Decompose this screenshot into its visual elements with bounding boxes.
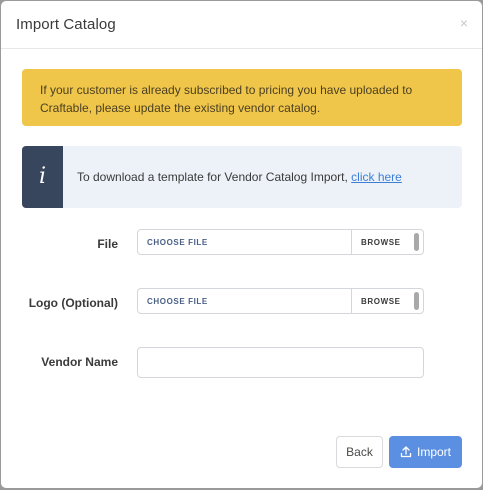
info-callout: i To download a template for Vendor Cata… (22, 146, 462, 208)
file-placeholder[interactable]: CHOOSE FILE (138, 238, 351, 247)
warning-text: If your customer is already subscribed t… (40, 83, 413, 115)
file-browse-button[interactable]: BROWSE (351, 230, 410, 254)
modal-header: Import Catalog × (1, 1, 482, 49)
modal-title: Import Catalog (16, 16, 116, 33)
logo-label: Logo (Optional) (28, 296, 118, 310)
import-button-label: Import (416, 445, 451, 459)
import-catalog-modal: Import Catalog × If your customer is alr… (1, 1, 482, 488)
info-message: To download a template for Vendor Catalo… (77, 170, 352, 184)
logo-input-scrollbar[interactable] (410, 289, 423, 313)
file-input-scrollbar[interactable] (410, 230, 423, 254)
logo-input[interactable]: CHOOSE FILE BROWSE (137, 288, 424, 314)
logo-row: Logo (Optional) CHOOSE FILE BROWSE (1, 288, 482, 318)
vendor-name-row: Vendor Name (1, 347, 482, 378)
back-button-label: Back (346, 445, 373, 459)
vendor-name-label: Vendor Name (41, 355, 118, 369)
warning-alert: If your customer is already subscribed t… (22, 69, 462, 126)
vendor-name-input[interactable] (137, 347, 424, 378)
template-download-link[interactable]: click here (351, 170, 402, 184)
back-button[interactable]: Back (336, 436, 383, 468)
upload-icon (400, 446, 412, 458)
import-button[interactable]: Import (389, 436, 462, 468)
file-input[interactable]: CHOOSE FILE BROWSE (137, 229, 424, 255)
logo-browse-button[interactable]: BROWSE (351, 289, 410, 313)
logo-placeholder[interactable]: CHOOSE FILE (138, 297, 351, 306)
info-icon: i (38, 164, 47, 189)
file-label: File (97, 237, 118, 251)
info-text: To download a template for Vendor Catalo… (77, 170, 402, 184)
file-row: File CHOOSE FILE BROWSE (1, 229, 482, 259)
info-icon-panel: i (22, 146, 63, 208)
close-button[interactable]: × (460, 16, 468, 30)
